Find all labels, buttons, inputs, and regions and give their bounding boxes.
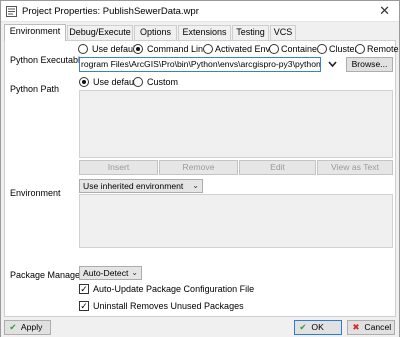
dialog-footer: ✔ Apply ✔ OK ✖ Cancel (1, 317, 399, 337)
auto-update-checkbox[interactable]: ✓ (79, 284, 89, 294)
chevron-down-icon: ⌄ (131, 268, 138, 277)
environment-text-area[interactable] (79, 194, 393, 248)
x-icon: ✖ (352, 322, 360, 332)
tab-extensions[interactable]: Extensions (178, 25, 231, 40)
insert-button[interactable]: Insert (79, 160, 158, 175)
python-executable-label: Python Executable (10, 55, 86, 65)
uninstall-unused-checkbox[interactable]: ✓ (79, 301, 89, 311)
project-properties-window: Project Properties: PublishSewerData.wpr… (0, 0, 400, 337)
apply-button-label: Apply (20, 322, 43, 332)
package-manager-label: Package Manager (10, 270, 84, 280)
radio-remote[interactable] (355, 44, 365, 54)
check-icon: ✔ (9, 322, 17, 332)
check-icon: ✔ (299, 322, 307, 332)
radio-cluster-label: Cluster (329, 44, 358, 54)
environment-label: Environment (10, 188, 61, 198)
radio-use-default[interactable] (78, 44, 88, 54)
app-icon (6, 6, 17, 17)
radio-path-use-default[interactable] (79, 77, 89, 87)
radio-remote-label: Remote (367, 44, 399, 54)
radio-command-line[interactable] (133, 44, 143, 54)
apply-button[interactable]: ✔ Apply (4, 320, 51, 335)
radio-path-custom[interactable] (133, 77, 143, 87)
python-path-label: Python Path (10, 84, 60, 94)
package-manager-select[interactable]: Auto-Detect ⌄ (79, 266, 142, 280)
radio-activated-env-label: Activated Env (215, 44, 271, 54)
browse-button[interactable]: Browse... (346, 57, 393, 72)
radio-path-custom-label: Custom (147, 77, 179, 87)
tab-environment[interactable]: Environment (4, 24, 66, 41)
tab-debug-execute[interactable]: Debug/Execute (67, 25, 133, 40)
radio-command-line-label: Command Line (147, 44, 209, 54)
python-path-list[interactable] (79, 90, 393, 158)
tab-vcs[interactable]: VCS (270, 25, 296, 40)
radio-use-default-label: Use default (92, 44, 138, 54)
remove-button[interactable]: Remove (159, 160, 238, 175)
cancel-button[interactable]: ✖ Cancel (347, 320, 395, 335)
tab-options[interactable]: Options (134, 25, 177, 40)
edit-button[interactable]: Edit (239, 160, 316, 175)
chevron-down-icon[interactable] (328, 61, 337, 68)
window-title: Project Properties: PublishSewerData.wpr (22, 6, 199, 17)
radio-container[interactable] (269, 44, 279, 54)
auto-update-checkbox-label: Auto-Update Package Configuration File (93, 284, 255, 294)
environment-panel: Python Executable Use default Command Li… (4, 40, 399, 317)
chevron-down-icon: ⌄ (192, 181, 199, 190)
ok-button-label: OK (311, 322, 324, 332)
radio-path-use-default-label: Use default (93, 77, 139, 87)
environment-select[interactable]: Use inherited environment ⌄ (79, 179, 203, 193)
radio-cluster[interactable] (317, 44, 327, 54)
package-manager-select-value: Auto-Detect (83, 268, 129, 278)
radio-activated-env[interactable] (203, 44, 213, 54)
tab-testing[interactable]: Testing (232, 25, 269, 40)
ok-button[interactable]: ✔ OK (294, 320, 342, 335)
uninstall-unused-checkbox-label: Uninstall Removes Unused Packages (93, 301, 244, 311)
title-bar: Project Properties: PublishSewerData.wpr… (1, 1, 399, 22)
close-icon[interactable]: ✕ (379, 4, 390, 18)
cancel-button-label: Cancel (364, 322, 392, 332)
radio-container-label: Container (281, 44, 321, 54)
environment-select-value: Use inherited environment (83, 181, 184, 191)
python-executable-path-input[interactable]: rogram Files\ArcGIS\Pro\bin\Python\envs\… (79, 57, 321, 72)
view-as-text-button[interactable]: View as Text (317, 160, 393, 175)
